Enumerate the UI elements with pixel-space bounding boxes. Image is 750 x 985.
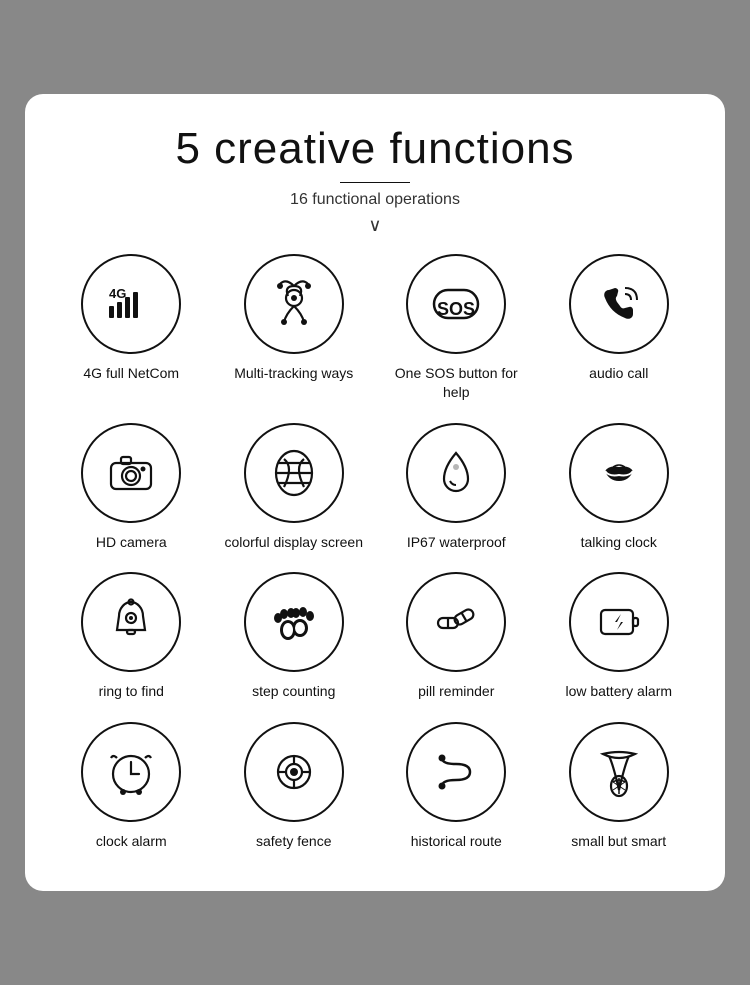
feature-multi-tracking: Multi-tracking ways bbox=[218, 254, 371, 403]
label-ring-to-find: ring to find bbox=[99, 682, 164, 702]
icon-audio-call bbox=[569, 254, 669, 354]
feature-clock-alarm: clock alarm bbox=[55, 722, 208, 852]
icon-colorful-display bbox=[244, 423, 344, 523]
label-hd-camera: HD camera bbox=[96, 533, 167, 553]
icon-4g-netcom: 4G bbox=[81, 254, 181, 354]
feature-pill-reminder: pill reminder bbox=[380, 572, 533, 702]
label-clock-alarm: clock alarm bbox=[96, 832, 167, 852]
label-talking-clock: talking clock bbox=[581, 533, 657, 553]
feature-low-battery-alarm: low battery alarm bbox=[543, 572, 696, 702]
label-multi-tracking: Multi-tracking ways bbox=[234, 364, 353, 384]
feature-historical-route: historical route bbox=[380, 722, 533, 852]
feature-talking-clock: talking clock bbox=[543, 423, 696, 553]
label-step-counting: step counting bbox=[252, 682, 335, 702]
feature-safety-fence: safety fence bbox=[218, 722, 371, 852]
label-safety-fence: safety fence bbox=[256, 832, 332, 852]
label-4g-netcom: 4G full NetCom bbox=[83, 364, 179, 384]
feature-sos: SOS One SOS button for help bbox=[380, 254, 533, 403]
feature-ring-to-find: ring to find bbox=[55, 572, 208, 702]
feature-small-but-smart: small but smart bbox=[543, 722, 696, 852]
feature-4g-netcom: 4G 4G full NetCom bbox=[55, 254, 208, 403]
label-low-battery-alarm: low battery alarm bbox=[565, 682, 672, 702]
label-colorful-display: colorful display screen bbox=[224, 533, 363, 553]
main-card: 5 creative functions 16 functional opera… bbox=[25, 94, 725, 892]
svg-text:4G: 4G bbox=[109, 286, 126, 301]
icon-hd-camera bbox=[81, 423, 181, 523]
icon-sos: SOS bbox=[406, 254, 506, 354]
sub-title: 16 functional operations bbox=[45, 191, 705, 209]
chevron-icon: ∨ bbox=[45, 215, 705, 236]
icon-low-battery-alarm bbox=[569, 572, 669, 672]
icon-pill-reminder bbox=[406, 572, 506, 672]
icon-step-counting bbox=[244, 572, 344, 672]
icon-multi-tracking bbox=[244, 254, 344, 354]
icon-historical-route bbox=[406, 722, 506, 822]
label-small-but-smart: small but smart bbox=[571, 832, 666, 852]
icon-ring-to-find bbox=[81, 572, 181, 672]
icon-talking-clock bbox=[569, 423, 669, 523]
icon-clock-alarm bbox=[81, 722, 181, 822]
label-sos: One SOS button for help bbox=[380, 364, 533, 403]
header: 5 creative functions 16 functional opera… bbox=[45, 124, 705, 236]
main-title: 5 creative functions bbox=[45, 124, 705, 174]
features-grid: 4G 4G full NetCom bbox=[45, 254, 705, 852]
feature-step-counting: step counting bbox=[218, 572, 371, 702]
feature-ip67-waterproof: IP67 waterproof bbox=[380, 423, 533, 553]
icon-small-but-smart bbox=[569, 722, 669, 822]
icon-safety-fence bbox=[244, 722, 344, 822]
label-pill-reminder: pill reminder bbox=[418, 682, 494, 702]
icon-ip67-waterproof bbox=[406, 423, 506, 523]
feature-colorful-display: colorful display screen bbox=[218, 423, 371, 553]
svg-text:SOS: SOS bbox=[437, 298, 475, 318]
label-historical-route: historical route bbox=[411, 832, 502, 852]
feature-audio-call: audio call bbox=[543, 254, 696, 403]
divider bbox=[340, 182, 410, 183]
label-audio-call: audio call bbox=[589, 364, 648, 384]
feature-hd-camera: HD camera bbox=[55, 423, 208, 553]
label-ip67-waterproof: IP67 waterproof bbox=[407, 533, 506, 553]
